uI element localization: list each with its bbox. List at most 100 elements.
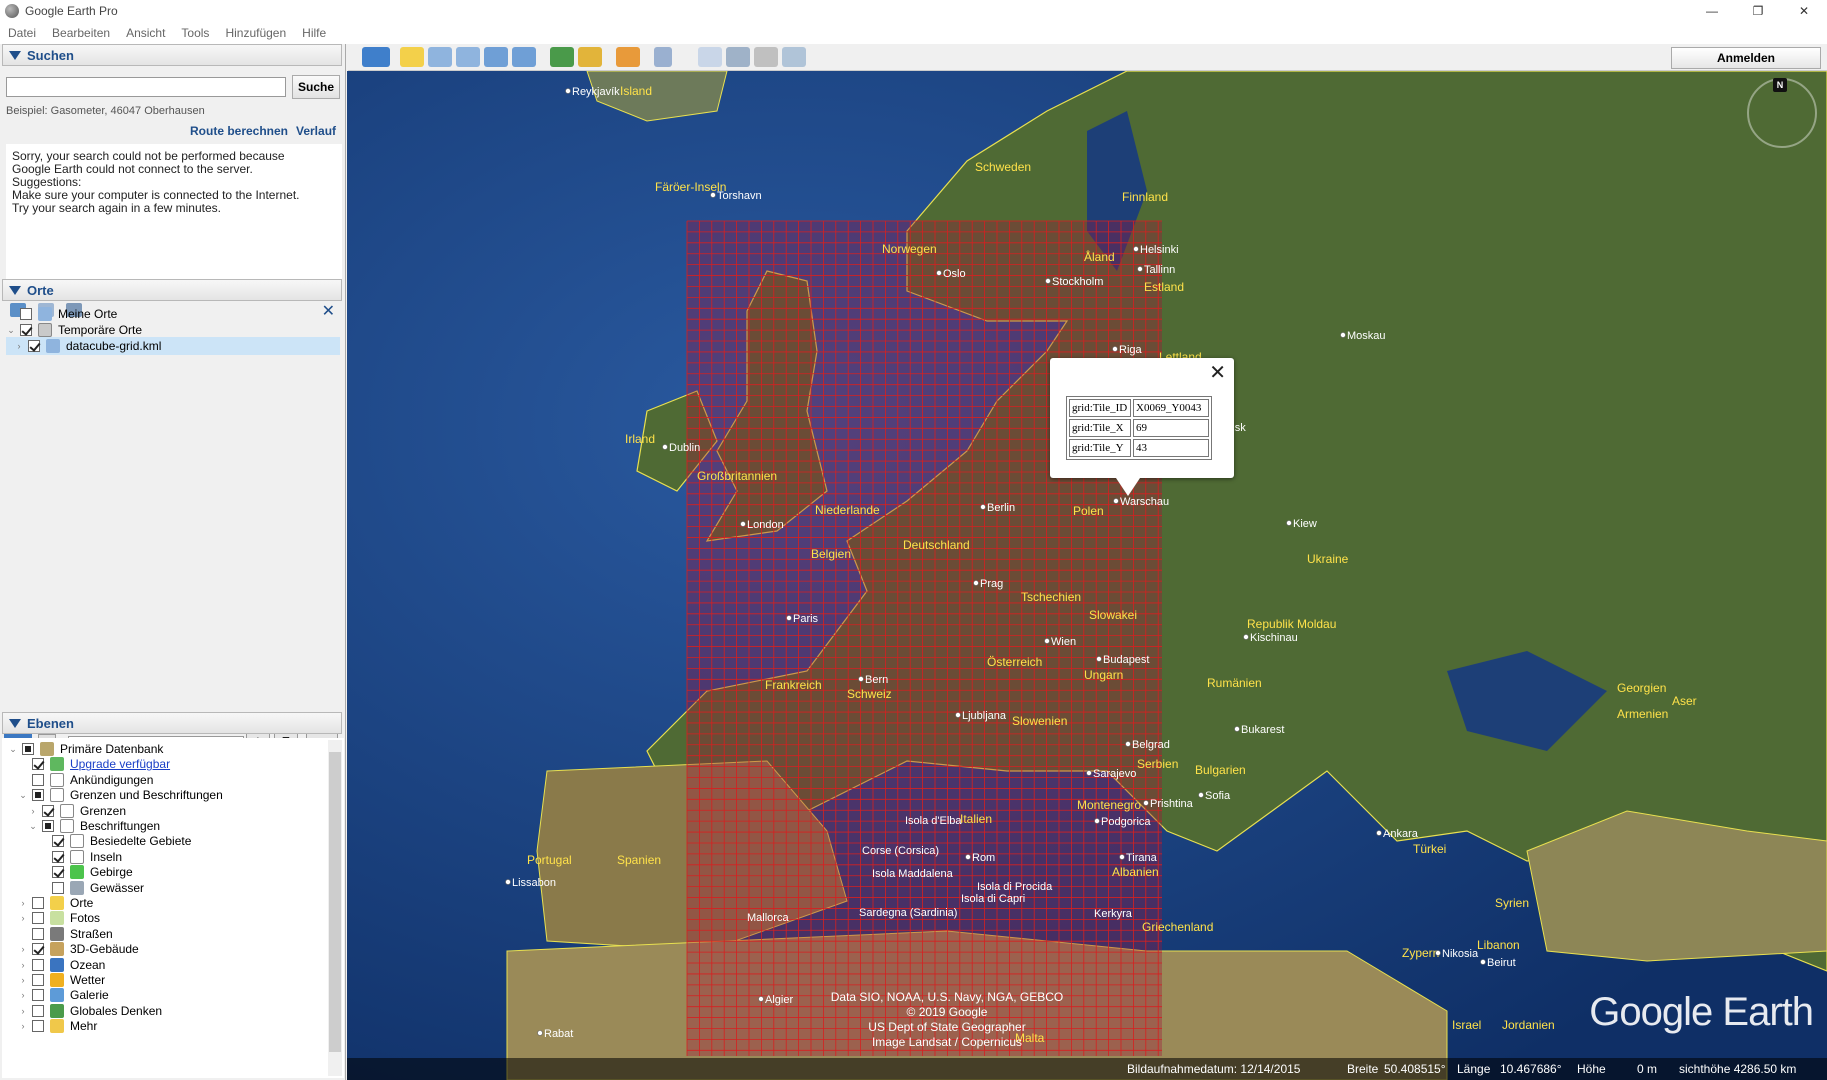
chevron-down-icon[interactable]: ⌄ — [6, 325, 16, 336]
checkbox[interactable] — [32, 773, 44, 786]
checkbox[interactable] — [52, 866, 64, 879]
checkbox[interactable] — [32, 943, 44, 956]
chevron-down-icon[interactable]: ⌄ — [28, 821, 38, 832]
city-marker[interactable] — [1086, 770, 1092, 776]
search-panel-header[interactable]: Suchen — [2, 44, 342, 66]
chevron-right-icon[interactable]: › — [18, 1006, 28, 1016]
layers-panel-header[interactable]: Ebenen — [2, 712, 342, 734]
chevron-right-icon[interactable]: › — [28, 806, 38, 816]
sidebar-toggle-icon[interactable] — [362, 47, 390, 67]
checkbox[interactable] — [42, 820, 54, 832]
city-marker[interactable] — [505, 879, 511, 885]
planets-icon[interactable] — [616, 47, 640, 67]
email-icon[interactable] — [698, 47, 722, 67]
restore-icon[interactable]: ❐ — [1735, 0, 1781, 22]
chevron-down-icon[interactable]: ⌄ — [18, 790, 28, 801]
route-link[interactable]: Route berechnen — [190, 124, 288, 138]
record-tour-icon[interactable] — [512, 47, 536, 67]
city-marker[interactable] — [786, 615, 792, 621]
city-marker[interactable] — [1045, 278, 1051, 284]
city-marker[interactable] — [1096, 656, 1102, 662]
signin-button[interactable]: Anmelden — [1671, 47, 1821, 69]
checkbox[interactable] — [32, 789, 44, 802]
city-marker[interactable] — [710, 192, 716, 198]
places-item-datacube-grid[interactable]: › datacube-grid.kml — [6, 337, 340, 355]
checkbox[interactable] — [32, 758, 44, 771]
checkbox[interactable] — [52, 835, 64, 848]
layer-item-label[interactable]: Upgrade verfügbar — [70, 757, 170, 771]
city-marker[interactable] — [1340, 332, 1346, 338]
search-button[interactable]: Suche — [292, 75, 340, 99]
city-marker[interactable] — [936, 270, 942, 276]
checkbox[interactable] — [52, 881, 64, 894]
checkbox[interactable] — [32, 1004, 44, 1017]
places-panel-header[interactable]: Orte — [2, 279, 342, 301]
city-marker[interactable] — [1133, 246, 1139, 252]
add-path-icon[interactable] — [456, 47, 480, 67]
city-marker[interactable] — [565, 88, 571, 94]
minimize-icon[interactable]: — — [1689, 0, 1735, 22]
checkbox[interactable] — [32, 1020, 44, 1033]
datacube-grid[interactable] — [686, 220, 1162, 1056]
checkbox[interactable] — [32, 958, 44, 971]
city-marker[interactable] — [662, 444, 668, 450]
chevron-right-icon[interactable]: › — [18, 944, 28, 954]
city-marker[interactable] — [965, 854, 971, 860]
checkbox[interactable] — [28, 340, 40, 352]
search-input[interactable] — [6, 77, 286, 97]
checkbox[interactable] — [32, 974, 44, 986]
city-marker[interactable] — [1243, 634, 1249, 640]
chevron-right-icon[interactable]: › — [18, 990, 28, 1000]
chevron-down-icon[interactable]: ⌄ — [8, 744, 18, 755]
add-overlay-icon[interactable] — [484, 47, 508, 67]
city-marker[interactable] — [1094, 818, 1100, 824]
city-marker[interactable] — [1376, 830, 1382, 836]
add-placemark-icon[interactable] — [400, 47, 424, 67]
city-marker[interactable] — [740, 521, 746, 527]
chevron-right-icon[interactable]: › — [18, 960, 28, 970]
chevron-right-icon[interactable]: › — [18, 898, 28, 908]
sunlight-icon[interactable] — [578, 47, 602, 67]
menu-ansicht[interactable]: Ansicht — [118, 26, 173, 40]
chevron-right-icon[interactable]: › — [14, 341, 24, 351]
history-link[interactable]: Verlauf — [296, 124, 336, 138]
menu-datei[interactable]: Datei — [0, 26, 44, 40]
city-marker[interactable] — [1112, 346, 1118, 352]
city-marker[interactable] — [1044, 638, 1050, 644]
city-marker[interactable] — [1286, 520, 1292, 526]
chevron-right-icon[interactable]: › — [18, 913, 28, 923]
checkbox[interactable] — [32, 989, 44, 1002]
menu-hinzufuegen[interactable]: Hinzufügen — [217, 26, 294, 40]
city-marker[interactable] — [1113, 498, 1119, 504]
city-marker[interactable] — [1137, 266, 1143, 272]
compass-north-icon[interactable]: N — [1773, 78, 1787, 92]
close-icon[interactable]: ✕ — [322, 301, 335, 321]
map-view[interactable]: Reykjavík Island Färöer-Inseln Torshavn Schw… — [347, 71, 1827, 1080]
city-marker[interactable] — [1125, 741, 1131, 747]
ruler-icon[interactable] — [654, 47, 672, 67]
city-marker[interactable] — [955, 712, 961, 718]
city-marker[interactable] — [858, 676, 864, 682]
city-marker[interactable] — [980, 504, 986, 510]
save-image-icon[interactable] — [754, 47, 778, 67]
checkbox[interactable] — [20, 308, 32, 320]
layer-item[interactable]: › Mehr — [18, 1017, 97, 1035]
print-icon[interactable] — [726, 47, 750, 67]
city-marker[interactable] — [1480, 959, 1486, 965]
map-canvas[interactable]: Reykjavík Island Färöer-InselnTorshavn Schw… — [347, 71, 1827, 1080]
city-marker[interactable] — [1119, 854, 1125, 860]
chevron-right-icon[interactable]: › — [18, 975, 28, 985]
checkbox[interactable] — [22, 743, 34, 755]
checkbox[interactable] — [52, 850, 64, 863]
menu-bearbeiten[interactable]: Bearbeiten — [44, 26, 118, 40]
checkbox[interactable] — [42, 804, 54, 817]
menu-hilfe[interactable]: Hilfe — [294, 26, 334, 40]
close-icon[interactable]: ✕ — [1781, 0, 1827, 22]
close-icon[interactable]: ✕ — [1209, 360, 1226, 384]
chevron-right-icon[interactable]: › — [18, 1021, 28, 1031]
google-maps-icon[interactable] — [782, 47, 806, 67]
city-marker[interactable] — [1198, 792, 1204, 798]
checkbox[interactable] — [20, 324, 32, 336]
checkbox[interactable] — [32, 897, 44, 909]
city-marker[interactable] — [1143, 800, 1149, 806]
